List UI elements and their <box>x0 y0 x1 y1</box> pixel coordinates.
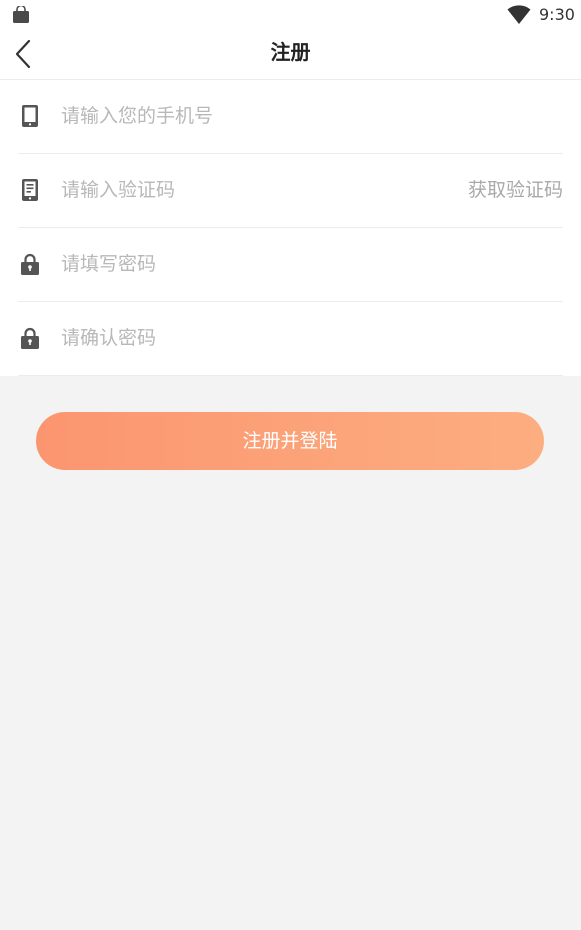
phone-input[interactable] <box>61 102 441 130</box>
register-login-button[interactable]: 注册并登陆 <box>36 412 544 470</box>
confirm-password-input[interactable] <box>61 324 441 352</box>
phone-row <box>18 80 563 154</box>
register-screen: 9:30 注册 请输入您的手机号 请输入验证码 获取验证码 注册并登陆 <box>0 0 581 930</box>
status-time: 9:30 <box>539 5 575 24</box>
shopping-bag-icon <box>13 6 29 23</box>
nav-bar: 注册 <box>0 30 581 80</box>
lock-icon <box>21 327 39 349</box>
verification-code-icon <box>22 179 38 201</box>
get-code-button[interactable]: 获取验证码 <box>468 178 563 202</box>
wifi-icon <box>507 5 531 24</box>
lock-icon <box>21 253 39 275</box>
verification-code-row: 获取验证码 <box>18 154 563 228</box>
password-input[interactable] <box>61 250 441 278</box>
register-form: 获取验证码 <box>0 80 581 376</box>
verification-code-input[interactable] <box>61 176 361 204</box>
phone-icon <box>22 105 38 127</box>
status-bar: 9:30 <box>0 0 581 30</box>
password-row <box>18 228 563 302</box>
page-title: 注册 <box>270 40 311 64</box>
confirm-password-row <box>18 302 563 376</box>
